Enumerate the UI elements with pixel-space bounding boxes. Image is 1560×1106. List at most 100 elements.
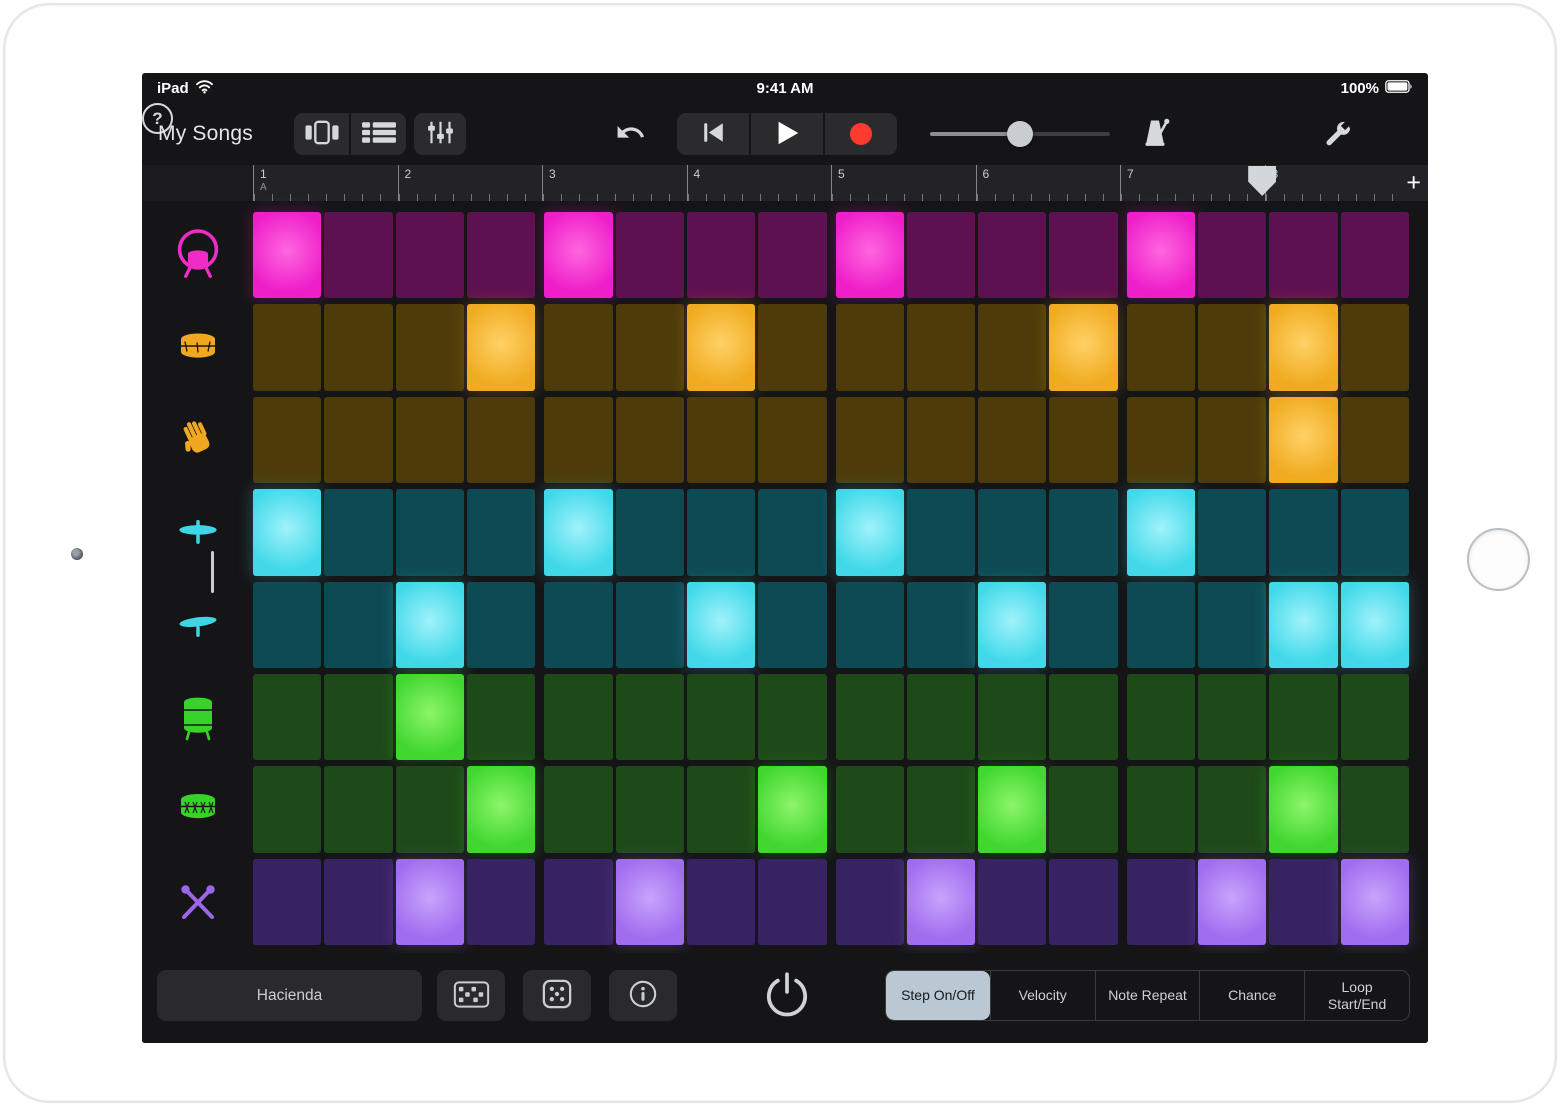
pad-clap-step-1[interactable] [253, 397, 321, 483]
floor-tom-icon[interactable] [142, 674, 253, 760]
pad-cymbal-step-1[interactable] [253, 582, 321, 668]
pad-cymbal-step-6[interactable] [616, 582, 684, 668]
record-button[interactable] [823, 113, 897, 155]
pad-snare-step-11[interactable] [978, 304, 1046, 390]
pattern-name-button[interactable]: Hacienda [157, 970, 422, 1021]
ride-cymbal-icon[interactable] [142, 582, 253, 668]
pad-tom-step-10[interactable] [907, 674, 975, 760]
pad-cymbal-step-3[interactable] [396, 582, 464, 668]
pad-snare-2-step-14[interactable] [1198, 766, 1266, 852]
pad-snare-2-step-2[interactable] [324, 766, 392, 852]
pad-clap-step-8[interactable] [758, 397, 826, 483]
pad-snare-2-step-9[interactable] [836, 766, 904, 852]
skip-to-start-button[interactable] [677, 113, 749, 155]
pad-clap-step-9[interactable] [836, 397, 904, 483]
info-button[interactable] [609, 970, 677, 1021]
pad-tom-step-5[interactable] [544, 674, 612, 760]
pad-sticks-step-16[interactable] [1341, 859, 1409, 945]
hihat-cymbal-icon[interactable] [142, 489, 253, 575]
pad-cymbal-step-2[interactable] [324, 582, 392, 668]
pad-kick-step-10[interactable] [907, 212, 975, 298]
pad-kick-step-11[interactable] [978, 212, 1046, 298]
ruler-beat-6[interactable]: 6 [976, 165, 1121, 201]
undo-button[interactable] [614, 118, 646, 150]
play-button[interactable] [749, 113, 823, 155]
mode-note-repeat[interactable]: Note Repeat [1095, 971, 1200, 1020]
pad-snare-step-1[interactable] [253, 304, 321, 390]
pad-kick-step-9[interactable] [836, 212, 904, 298]
pad-kick-step-15[interactable] [1269, 212, 1337, 298]
pad-kick-step-1[interactable] [253, 212, 321, 298]
pad-clap-step-10[interactable] [907, 397, 975, 483]
kick-drum-icon[interactable] [142, 212, 253, 298]
pad-snare-2-step-7[interactable] [687, 766, 755, 852]
pad-kick-step-3[interactable] [396, 212, 464, 298]
pad-snare-step-6[interactable] [616, 304, 684, 390]
pad-hi-hat-step-11[interactable] [978, 489, 1046, 575]
pad-tom-step-9[interactable] [836, 674, 904, 760]
settings-wrench-button[interactable] [1322, 118, 1354, 150]
ruler-beat-5[interactable]: 5 [831, 165, 976, 201]
pad-kick-step-14[interactable] [1198, 212, 1266, 298]
volume-slider[interactable] [930, 130, 1110, 138]
pad-snare-2-step-13[interactable] [1127, 766, 1195, 852]
pad-sticks-step-6[interactable] [616, 859, 684, 945]
pad-sticks-step-11[interactable] [978, 859, 1046, 945]
ruler-beat-1[interactable]: 1A [253, 165, 398, 201]
pad-hi-hat-step-1[interactable] [253, 489, 321, 575]
pad-tom-step-4[interactable] [467, 674, 535, 760]
pad-tom-step-6[interactable] [616, 674, 684, 760]
pad-sticks-step-8[interactable] [758, 859, 826, 945]
pad-snare-step-5[interactable] [544, 304, 612, 390]
pad-snare-step-12[interactable] [1049, 304, 1117, 390]
pad-sticks-step-13[interactable] [1127, 859, 1195, 945]
pad-kick-step-16[interactable] [1341, 212, 1409, 298]
pad-cymbal-step-14[interactable] [1198, 582, 1266, 668]
clap-hand-icon[interactable] [142, 397, 253, 483]
ruler-beat-4[interactable]: 4 [687, 165, 832, 201]
pad-hi-hat-step-3[interactable] [396, 489, 464, 575]
pad-tom-step-16[interactable] [1341, 674, 1409, 760]
mixer-button[interactable] [414, 113, 466, 155]
pad-hi-hat-step-9[interactable] [836, 489, 904, 575]
pad-sticks-step-7[interactable] [687, 859, 755, 945]
pad-kick-step-7[interactable] [687, 212, 755, 298]
pad-sticks-step-12[interactable] [1049, 859, 1117, 945]
pad-snare-step-4[interactable] [467, 304, 535, 390]
ruler-beat-7[interactable]: 7 [1120, 165, 1265, 201]
pad-sticks-step-14[interactable] [1198, 859, 1266, 945]
pad-tom-step-11[interactable] [978, 674, 1046, 760]
pad-cymbal-step-4[interactable] [467, 582, 535, 668]
pad-cymbal-step-15[interactable] [1269, 582, 1337, 668]
pad-sticks-step-15[interactable] [1269, 859, 1337, 945]
pad-snare-step-13[interactable] [1127, 304, 1195, 390]
pad-hi-hat-step-5[interactable] [544, 489, 612, 575]
home-button[interactable] [1467, 528, 1530, 591]
pad-sticks-step-4[interactable] [467, 859, 535, 945]
pad-kick-step-4[interactable] [467, 212, 535, 298]
pad-snare-step-15[interactable] [1269, 304, 1337, 390]
pad-sticks-step-2[interactable] [324, 859, 392, 945]
pad-tom-step-14[interactable] [1198, 674, 1266, 760]
pad-hi-hat-step-7[interactable] [687, 489, 755, 575]
pad-snare-step-2[interactable] [324, 304, 392, 390]
pad-snare-step-7[interactable] [687, 304, 755, 390]
pad-hi-hat-step-12[interactable] [1049, 489, 1117, 575]
pad-snare-2-step-8[interactable] [758, 766, 826, 852]
metronome-button[interactable] [1138, 116, 1174, 152]
pad-tom-step-12[interactable] [1049, 674, 1117, 760]
slider-thumb[interactable] [1007, 121, 1033, 147]
pad-snare-step-8[interactable] [758, 304, 826, 390]
pad-cymbal-step-12[interactable] [1049, 582, 1117, 668]
pad-tom-step-7[interactable] [687, 674, 755, 760]
pad-sticks-step-3[interactable] [396, 859, 464, 945]
pad-hi-hat-step-4[interactable] [467, 489, 535, 575]
pad-kick-step-8[interactable] [758, 212, 826, 298]
snare-drum-2-icon[interactable] [142, 766, 253, 852]
power-button[interactable] [754, 967, 820, 1027]
pad-cymbal-step-11[interactable] [978, 582, 1046, 668]
pad-hi-hat-step-6[interactable] [616, 489, 684, 575]
pad-clap-step-2[interactable] [324, 397, 392, 483]
pad-kick-step-6[interactable] [616, 212, 684, 298]
pad-clap-step-15[interactable] [1269, 397, 1337, 483]
